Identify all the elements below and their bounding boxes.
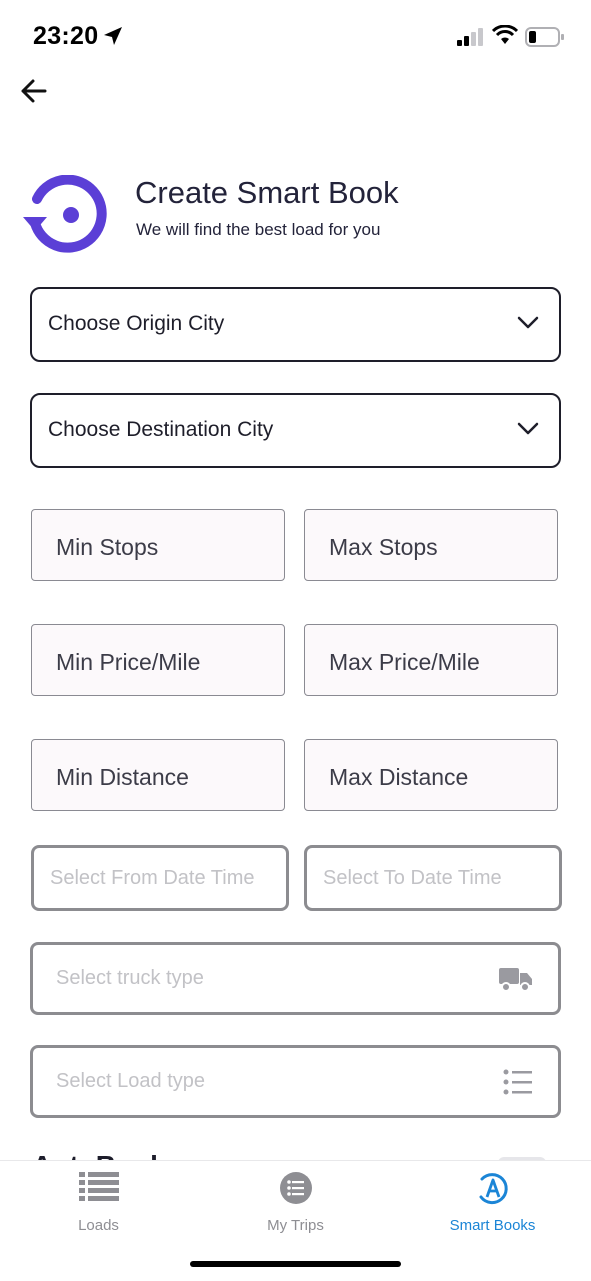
autobook-section-title-text: AutoBook: [32, 1150, 432, 1160]
truck-type-select[interactable]: Select truck type: [30, 942, 561, 1015]
from-date-placeholder: Select From Date Time: [50, 867, 255, 889]
from-date-time-picker[interactable]: Select From Date Time: [31, 845, 289, 911]
min-price-mile-label: Min Price/Mile: [56, 649, 201, 675]
list-icon: [78, 1172, 119, 1201]
load-type-select[interactable]: Select Load type: [30, 1045, 561, 1118]
load-type-placeholder: Select Load type: [56, 1070, 205, 1092]
max-distance-label: Max Distance: [329, 764, 469, 790]
origin-city-label: Choose Origin City: [48, 312, 225, 335]
min-distance-label: Min Distance: [56, 764, 189, 790]
truck-icon: [499, 968, 532, 992]
origin-city-dropdown[interactable]: Choose Origin City: [30, 287, 561, 362]
battery-icon: [525, 27, 564, 47]
to-date-time-picker[interactable]: Select To Date Time: [304, 845, 562, 911]
max-distance-input[interactable]: Max Distance: [304, 739, 558, 811]
autobook-section-title: AutoBook: [32, 1138, 432, 1160]
cellular-signal-icon: [457, 28, 483, 46]
wifi-icon: [492, 25, 518, 44]
tab-loads-label: Loads: [78, 1217, 119, 1234]
smart-book-icon: [479, 1173, 508, 1205]
location-arrow-icon: [104, 27, 122, 45]
tab-smart-books-label: Smart Books: [449, 1217, 536, 1234]
max-stops-label: Max Stops: [329, 534, 438, 560]
chevron-down-icon: [517, 422, 539, 435]
to-date-placeholder: Select To Date Time: [323, 867, 502, 889]
chevron-down-icon: [517, 316, 539, 329]
tab-smart-books[interactable]: Smart Books: [394, 1161, 591, 1241]
back-arrow-icon[interactable]: [18, 76, 50, 106]
tab-my-trips[interactable]: My Trips: [197, 1161, 394, 1241]
tab-loads[interactable]: Loads: [0, 1161, 197, 1241]
smart-book-logo-icon: [23, 175, 107, 253]
max-price-mile-input[interactable]: Max Price/Mile: [304, 624, 558, 696]
page-subtitle: We will find the best load for you: [136, 220, 381, 239]
destination-city-label: Choose Destination City: [48, 418, 274, 441]
min-stops-input[interactable]: Min Stops: [31, 509, 285, 581]
destination-city-dropdown[interactable]: Choose Destination City: [30, 393, 561, 468]
min-stops-label: Min Stops: [56, 534, 159, 560]
max-stops-input[interactable]: Max Stops: [304, 509, 558, 581]
circle-list-icon: [279, 1172, 312, 1204]
max-price-mile-label: Max Price/Mile: [329, 649, 480, 675]
list-bullets-icon: [503, 1069, 532, 1095]
truck-type-placeholder: Select truck type: [56, 967, 204, 989]
home-indicator: [190, 1261, 401, 1267]
min-distance-input[interactable]: Min Distance: [31, 739, 285, 811]
min-price-mile-input[interactable]: Min Price/Mile: [31, 624, 285, 696]
tab-my-trips-label: My Trips: [267, 1217, 324, 1234]
page-title: Create Smart Book: [135, 175, 399, 210]
status-time: 23:20: [33, 22, 99, 50]
